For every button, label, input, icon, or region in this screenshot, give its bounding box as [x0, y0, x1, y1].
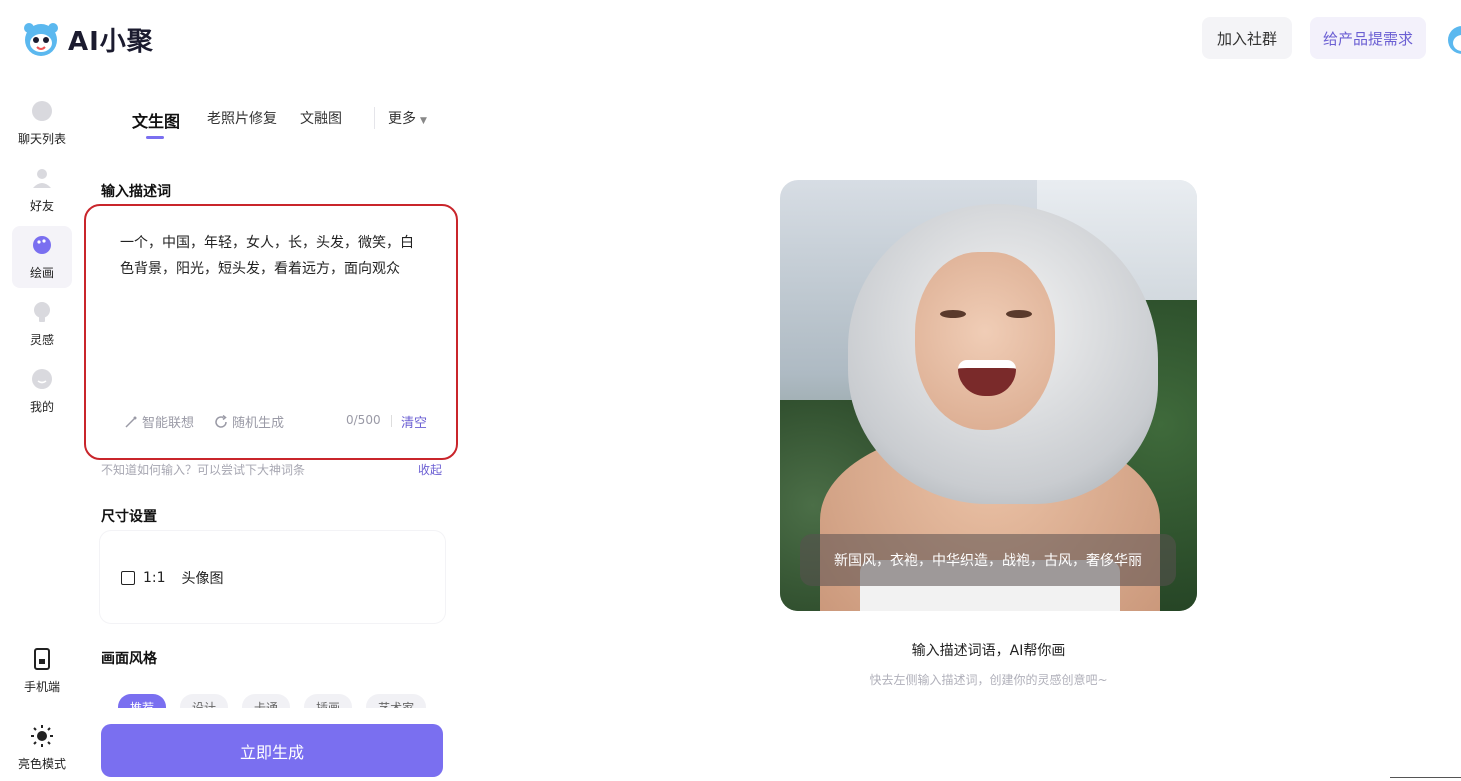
- person-icon: [33, 168, 51, 188]
- tab-text-to-image[interactable]: 文生图: [132, 108, 180, 132]
- prompt-input-box[interactable]: 一个，中国，年轻，女人，长，头发，微笑，白色背景，阳光，短头发，看着远方，面向观…: [84, 204, 458, 460]
- size-ratio-name: 头像图: [181, 571, 224, 587]
- divider: [1390, 777, 1461, 778]
- header: AI小聚 加入社群 给产品提需求: [0, 0, 1461, 80]
- chat-bubble-icon: [32, 100, 52, 121]
- sidebar-item-inspiration[interactable]: 灵感: [12, 293, 72, 355]
- prompt-section-title: 输入描述词: [101, 184, 171, 200]
- clear-button[interactable]: 清空: [401, 412, 427, 431]
- preview-image: 新国风，衣袍，中华织造，战袍，古风，奢侈华丽: [780, 180, 1197, 611]
- tab-photo-restore[interactable]: 老照片修复: [207, 108, 277, 128]
- active-tab-indicator: [146, 136, 164, 139]
- prompt-tools: 智能联想 随机生成: [124, 412, 284, 431]
- logo-text: AI小聚: [68, 26, 154, 57]
- sidebar-item-label: 手机端: [23, 679, 60, 694]
- join-community-button[interactable]: 加入社群: [1202, 17, 1292, 59]
- sidebar-item-drawing[interactable]: 绘画: [12, 226, 72, 288]
- portrait-eye: [1006, 310, 1032, 318]
- size-card: 1:1 头像图: [99, 530, 446, 624]
- chevron-down-icon: ▼: [420, 116, 427, 126]
- tab-bar: 文生图 老照片修复 文融图 更多 ▼: [90, 84, 460, 156]
- tab-more-label: 更多: [388, 111, 416, 127]
- portrait-face: [915, 252, 1055, 430]
- preview-caption: 新国风，衣袍，中华织造，战袍，古风，奢侈华丽: [800, 534, 1176, 586]
- app-root: AI小聚 加入社群 给产品提需求 聊天列表 好友 绘画 灵感 我的 手机端 亮色…: [0, 0, 1461, 781]
- style-section-title: 画面风格: [101, 651, 157, 667]
- preview-title: 输入描述词语，AI帮你画: [911, 643, 1066, 659]
- style-chip[interactable]: 插画: [304, 694, 353, 708]
- smart-association-label: 智能联想: [142, 416, 195, 431]
- style-chip[interactable]: 推荐: [118, 694, 167, 708]
- char-counter: 0/500: [346, 413, 381, 427]
- sidebar-item-mine[interactable]: 我的: [12, 360, 72, 422]
- preview-subtitle: 快去左侧输入描述词，创建你的灵感创意吧~: [869, 673, 1108, 687]
- magic-wand-icon: [125, 416, 137, 428]
- size-ratio: 1:1: [143, 570, 166, 586]
- sidebar: 聊天列表 好友 绘画 灵感 我的 手机端 亮色模式: [0, 80, 86, 781]
- prompt-textarea[interactable]: 一个，中国，年轻，女人，长，头发，微笑，白色背景，阳光，短头发，看着远方，面向观…: [120, 230, 420, 282]
- smiley-icon: [32, 368, 52, 389]
- style-chip-list: 推荐 设计 卡通 插画 艺术家: [118, 694, 427, 708]
- sidebar-item-friends[interactable]: 好友: [12, 159, 72, 221]
- size-option-1-1[interactable]: 1:1 头像图: [121, 568, 224, 588]
- random-generate-button[interactable]: 随机生成: [214, 412, 284, 431]
- tab-divider: [374, 107, 375, 129]
- logo[interactable]: AI小聚: [22, 20, 154, 58]
- sidebar-item-label: 聊天列表: [17, 131, 66, 146]
- tab-more[interactable]: 更多 ▼: [388, 108, 427, 128]
- lightbulb-icon: [34, 301, 50, 322]
- tab-text-blend-image[interactable]: 文融图: [300, 108, 342, 128]
- random-generate-label: 随机生成: [232, 416, 285, 431]
- sidebar-item-label: 亮色模式: [17, 756, 66, 771]
- generate-button[interactable]: 立即生成: [101, 724, 443, 777]
- counter-divider: [391, 415, 392, 427]
- square-ratio-icon: [121, 571, 135, 585]
- style-chip[interactable]: 艺术家: [366, 694, 427, 708]
- sidebar-item-mobile[interactable]: 手机端: [12, 640, 72, 702]
- sidebar-item-label: 好友: [29, 198, 54, 213]
- size-section-title: 尺寸设置: [101, 509, 157, 525]
- style-chip[interactable]: 卡通: [242, 694, 291, 708]
- phone-icon: [34, 647, 50, 670]
- sun-icon: [31, 724, 53, 747]
- smart-association-button[interactable]: 智能联想: [124, 412, 194, 431]
- refresh-icon: [215, 414, 227, 428]
- feedback-button[interactable]: 给产品提需求: [1310, 17, 1426, 59]
- sidebar-item-chat-list[interactable]: 聊天列表: [12, 92, 72, 154]
- prompt-hint: 不知道如何输入？可以尝试下大神词条: [101, 463, 306, 477]
- sidebar-item-label: 灵感: [29, 332, 54, 347]
- mascot-logo-icon: [24, 23, 58, 56]
- style-chip[interactable]: 设计: [180, 694, 229, 708]
- sidebar-item-label: 我的: [29, 399, 54, 414]
- palette-icon: [33, 235, 51, 254]
- avatar[interactable]: [1446, 22, 1461, 58]
- sidebar-item-light-mode[interactable]: 亮色模式: [12, 717, 72, 779]
- sidebar-item-label: 绘画: [29, 265, 54, 280]
- collapse-button[interactable]: 收起: [418, 461, 442, 478]
- portrait-eye: [940, 310, 966, 318]
